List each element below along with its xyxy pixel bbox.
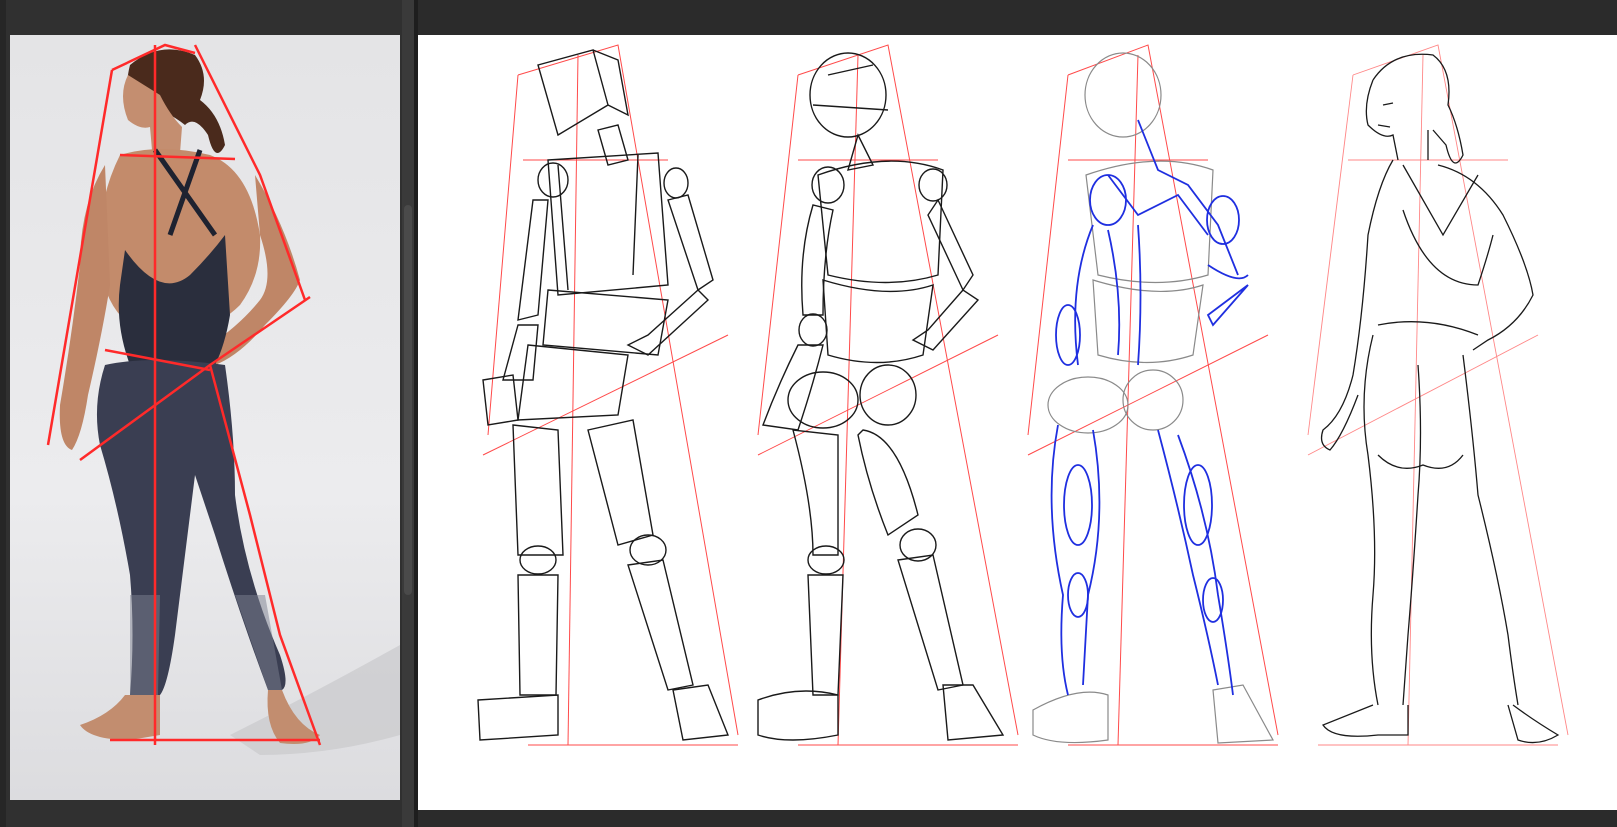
canvas-top-bar (418, 0, 1617, 35)
reference-photo (10, 35, 400, 800)
stage-box-mannequin (477, 44, 739, 746)
panel-scrollbar[interactable] (402, 0, 414, 827)
stage-rounded-mannequin (757, 44, 1019, 746)
panel-edge (0, 0, 6, 827)
scrollbar-thumb[interactable] (404, 205, 412, 595)
stage-line-art (1307, 44, 1569, 746)
reference-panel (0, 0, 414, 827)
canvas-bottom-bar (418, 810, 1617, 827)
stage-anatomy (1027, 44, 1279, 746)
drawing-canvas[interactable] (418, 35, 1617, 810)
